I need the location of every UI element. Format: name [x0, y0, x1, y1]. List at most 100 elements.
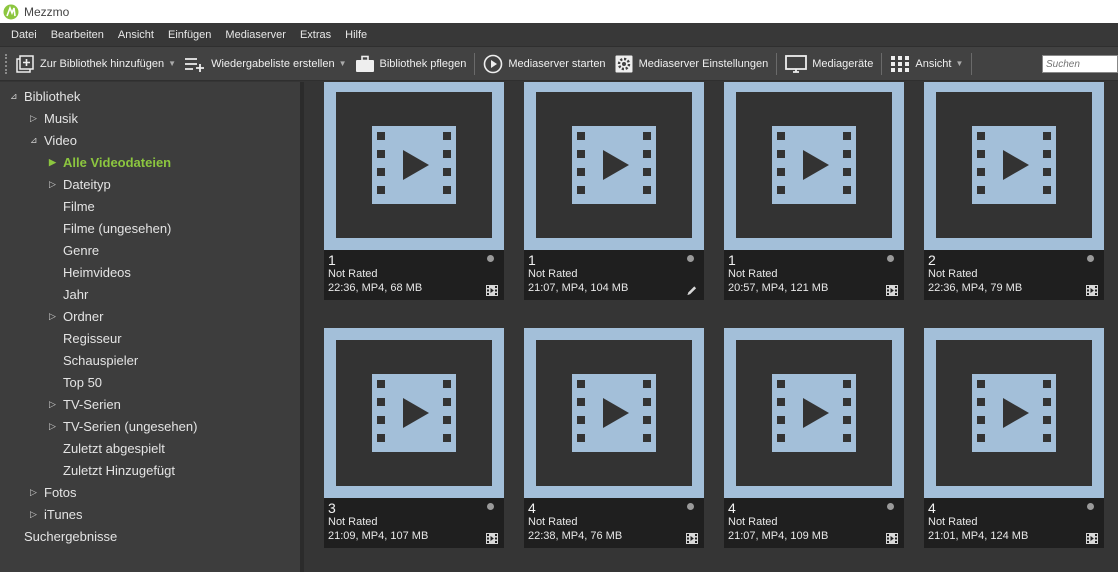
- gear-icon: [615, 55, 633, 72]
- menu-hilfe[interactable]: Hilfe: [345, 29, 367, 41]
- video-file-icon: [772, 126, 856, 204]
- tree-item-heimvideos[interactable]: Heimvideos: [49, 261, 131, 283]
- expand-arrow-icon[interactable]: ▷: [49, 421, 59, 432]
- rating-text: Not Rated: [328, 268, 378, 280]
- tree-item-itunes[interactable]: ▷ iTunes: [30, 503, 83, 525]
- view-button[interactable]: Ansicht ▼: [886, 50, 967, 78]
- tree-item-tv-serien[interactable]: ▷ TV-Serien: [49, 393, 121, 415]
- tree-item-dateityp[interactable]: ▷ Dateityp: [49, 173, 111, 195]
- tree-item-zuletzt-abgespielt[interactable]: Zuletzt abgespielt: [49, 437, 165, 459]
- expand-arrow-icon[interactable]: ▷: [49, 311, 59, 322]
- search-input[interactable]: [1043, 56, 1117, 73]
- file-info: 22:36, MP4, 79 MB: [928, 282, 1023, 294]
- video-meta: 1 Not Rated 21:07, MP4, 104 MB: [524, 250, 704, 300]
- title-bar: Mezzmo: [0, 0, 1118, 23]
- server-settings-button[interactable]: Mediaserver Einstellungen: [610, 50, 773, 78]
- pencil-icon[interactable]: [686, 285, 698, 296]
- tree-item-label: Video: [44, 132, 78, 148]
- add-library-button[interactable]: Zur Bibliothek hinzufügen ▼: [11, 50, 180, 78]
- tree-item-label: Schauspieler: [63, 352, 139, 368]
- tree-item-top-50[interactable]: Top 50: [49, 371, 102, 393]
- start-server-button[interactable]: Mediaserver starten: [479, 50, 609, 78]
- tree-item-label: Top 50: [63, 374, 103, 390]
- video-meta: 4 Not Rated 21:07, MP4, 109 MB: [724, 498, 904, 548]
- video-thumbnail[interactable]: [924, 328, 1104, 498]
- tree-item-label: Dateityp: [63, 176, 111, 192]
- menu-mediaserver[interactable]: Mediaserver: [225, 29, 286, 41]
- expand-arrow-icon[interactable]: ⊿: [30, 135, 40, 146]
- menu-bar: Datei Bearbeiten Ansicht Einfügen Medias…: [0, 23, 1118, 46]
- video-card[interactable]: 2 Not Rated 22:36, MP4, 79 MB: [924, 82, 1104, 300]
- file-info: 21:01, MP4, 124 MB: [928, 530, 1029, 542]
- tree-item-tv-serien-ungesehen[interactable]: ▷ TV-Serien (ungesehen): [49, 415, 197, 437]
- search-box[interactable]: [1042, 55, 1118, 73]
- tree-item-alle-videodateien[interactable]: ▶ Alle Videodateien: [49, 151, 171, 173]
- expand-arrow-icon[interactable]: ⊿: [10, 91, 20, 102]
- tree-item-genre[interactable]: Genre: [49, 239, 99, 261]
- status-dot-icon: [887, 255, 894, 262]
- video-meta: 3 Not Rated 21:09, MP4, 107 MB: [324, 498, 504, 548]
- toolbar-separator: [881, 52, 883, 75]
- tree-item-bibliothek[interactable]: ⊿ Bibliothek: [10, 85, 80, 107]
- video-card[interactable]: 4 Not Rated 22:38, MP4, 76 MB: [524, 328, 704, 548]
- menu-ansicht[interactable]: Ansicht: [118, 29, 154, 41]
- tree-item-regisseur[interactable]: Regisseur: [49, 327, 122, 349]
- devices-button[interactable]: Mediageräte: [781, 50, 877, 78]
- tree-item-label: Zuletzt Hinzugefügt: [63, 462, 176, 478]
- file-info: 21:07, MP4, 109 MB: [728, 530, 829, 542]
- video-file-icon: [372, 126, 456, 204]
- status-dot-icon: [687, 255, 694, 262]
- view-label: Ansicht: [915, 57, 952, 70]
- video-thumbnail[interactable]: [324, 328, 504, 498]
- play-circle-icon: [484, 54, 503, 73]
- create-playlist-button[interactable]: Wiedergabeliste erstellen ▼: [180, 50, 350, 78]
- tree-item-label: TV-Serien: [63, 396, 121, 412]
- chevron-down-icon[interactable]: ▼: [168, 59, 176, 68]
- menu-bearbeiten[interactable]: Bearbeiten: [51, 29, 104, 41]
- tree-item-zuletzt-hinzugefügt[interactable]: Zuletzt Hinzugefügt: [49, 459, 175, 481]
- video-card[interactable]: 1 Not Rated 20:57, MP4, 121 MB: [724, 82, 904, 300]
- video-thumbnail[interactable]: [324, 82, 504, 250]
- video-thumbnail[interactable]: [524, 328, 704, 498]
- film-icon: [686, 533, 698, 544]
- video-card[interactable]: 1 Not Rated 22:36, MP4, 68 MB: [324, 82, 504, 300]
- video-card[interactable]: 4 Not Rated 21:01, MP4, 124 MB: [924, 328, 1104, 548]
- film-icon: [886, 285, 898, 296]
- tree-item-fotos[interactable]: ▷ Fotos: [30, 481, 77, 503]
- tree-item-schauspieler[interactable]: Schauspieler: [49, 349, 138, 371]
- tree-item-video[interactable]: ⊿ Video: [30, 129, 77, 151]
- video-card[interactable]: 3 Not Rated 21:09, MP4, 107 MB: [324, 328, 504, 548]
- tree-item-suchergebnisse[interactable]: Suchergebnisse: [10, 525, 117, 547]
- toolbar-separator: [971, 52, 973, 75]
- tree-item-label: Filme (ungesehen): [63, 220, 172, 236]
- video-meta: 4 Not Rated 22:38, MP4, 76 MB: [524, 498, 704, 548]
- tree-item-jahr[interactable]: Jahr: [49, 283, 88, 305]
- expand-arrow-icon[interactable]: ▷: [49, 399, 59, 410]
- chevron-down-icon[interactable]: ▼: [955, 59, 963, 68]
- film-icon: [886, 533, 898, 544]
- video-thumbnail[interactable]: [524, 82, 704, 250]
- video-card[interactable]: 4 Not Rated 21:07, MP4, 109 MB: [724, 328, 904, 548]
- expand-arrow-icon[interactable]: ▷: [30, 113, 40, 124]
- tree-item-filme-ungesehen[interactable]: Filme (ungesehen): [49, 217, 171, 239]
- video-thumbnail[interactable]: [724, 82, 904, 250]
- menu-extras[interactable]: Extras: [300, 29, 331, 41]
- expand-arrow-icon[interactable]: ▷: [49, 179, 59, 190]
- tree-item-filme[interactable]: Filme: [49, 195, 95, 217]
- menu-datei[interactable]: Datei: [11, 29, 37, 41]
- expand-arrow-icon[interactable]: ▷: [30, 509, 40, 520]
- status-dot-icon: [487, 255, 494, 262]
- menu-einfuegen[interactable]: Einfügen: [168, 29, 211, 41]
- tree-item-ordner[interactable]: ▷ Ordner: [49, 305, 103, 327]
- video-card[interactable]: 1 Not Rated 21:07, MP4, 104 MB: [524, 82, 704, 300]
- video-thumbnail[interactable]: [924, 82, 1104, 250]
- maintain-library-button[interactable]: Bibliothek pflegen: [351, 50, 471, 78]
- video-thumbnail[interactable]: [724, 328, 904, 498]
- status-dot-icon: [1087, 255, 1094, 262]
- chevron-down-icon[interactable]: ▼: [339, 59, 347, 68]
- expand-arrow-icon[interactable]: ▷: [30, 487, 40, 498]
- tree-item-label: Heimvideos: [63, 264, 131, 280]
- create-playlist-label: Wiedergabeliste erstellen: [211, 57, 335, 70]
- expand-arrow-icon[interactable]: ▶: [49, 157, 59, 168]
- tree-item-musik[interactable]: ▷ Musik: [30, 107, 78, 129]
